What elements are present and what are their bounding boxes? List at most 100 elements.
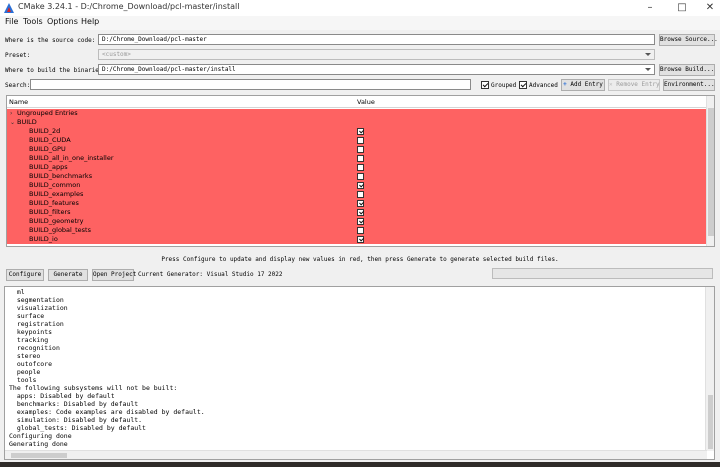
table-row[interactable]: BUILD_io <box>7 235 707 244</box>
remove-entry-button: ✕ Remove Entry <box>608 79 660 91</box>
add-entry-label: Add Entry <box>570 81 603 88</box>
row-value-checkbox[interactable] <box>357 218 364 225</box>
row-value-checkbox[interactable] <box>357 146 364 153</box>
title-bar: CMake 3.24.1 - D:/Chrome_Download/pcl-ma… <box>0 0 720 16</box>
row-name: BUILD_global_tests <box>29 226 91 234</box>
output-line: recognition <box>9 344 60 352</box>
environment-button[interactable]: Environment... <box>663 79 715 91</box>
row-value-checkbox[interactable] <box>357 209 364 216</box>
output-line: segmentation <box>9 296 64 304</box>
cmake-logo-icon <box>4 3 14 13</box>
output-line: benchmarks: Disabled by default <box>9 400 139 408</box>
table-row[interactable]: BUILD_benchmarks <box>7 172 707 181</box>
row-name: BUILD_filters <box>29 208 71 216</box>
menu-options[interactable]: Options <box>47 17 78 26</box>
menu-tools[interactable]: Tools <box>23 17 43 26</box>
generate-button[interactable]: Generate <box>48 269 88 281</box>
source-label: Where is the source code: <box>5 37 96 44</box>
maximize-icon[interactable]: □ <box>668 0 696 16</box>
output-line: keypoints <box>9 328 53 336</box>
remove-icon: ✕ <box>609 81 613 88</box>
output-vertical-scrollbar[interactable] <box>705 287 714 451</box>
row-value-checkbox[interactable] <box>357 164 364 171</box>
row-name: BUILD_examples <box>29 190 84 198</box>
output-line: The following subsystems will not be bui… <box>9 384 178 392</box>
close-icon[interactable]: ✕ <box>696 0 720 16</box>
output-line: people <box>9 368 41 376</box>
binaries-path-input[interactable]: D:/Chrome_Download/pcl-master/install <box>98 64 655 75</box>
scrollbar-thumb[interactable] <box>708 108 714 236</box>
configure-button[interactable]: Configure <box>6 269 44 281</box>
browse-source-button[interactable]: Browse Source... <box>659 34 718 46</box>
open-project-button[interactable]: Open Project <box>92 269 136 281</box>
table-row[interactable]: BUILD_2d <box>7 127 707 136</box>
output-line: examples: Code examples are disabled by … <box>9 408 205 416</box>
output-line: global_tests: Disabled by default <box>9 424 146 432</box>
column-name-header[interactable]: Name <box>9 98 28 106</box>
output-line: tools <box>9 376 37 384</box>
output-log[interactable]: ml segmentation visualization surface re… <box>4 286 715 460</box>
source-path-input[interactable]: D:/Chrome_Download/pcl-master <box>98 34 655 45</box>
output-horizontal-scrollbar[interactable] <box>5 450 707 459</box>
chevron-down-icon <box>645 53 651 56</box>
scrollbar-thumb[interactable] <box>708 395 713 449</box>
row-name: BUILD_geometry <box>29 217 84 225</box>
menu-help[interactable]: Help <box>81 17 99 26</box>
advanced-checkbox[interactable] <box>519 81 527 89</box>
group-name: BUILD <box>17 118 37 126</box>
table-row[interactable]: BUILD_CUDA <box>7 136 707 145</box>
table-row[interactable]: BUILD_common <box>7 181 707 190</box>
chevron-right-icon[interactable]: › <box>10 109 12 118</box>
group-row-build[interactable]: ⌄ BUILD <box>7 118 707 127</box>
grouped-checkbox[interactable] <box>481 81 489 89</box>
table-row[interactable]: BUILD_features <box>7 199 707 208</box>
table-row[interactable]: BUILD_all_in_one_installer <box>7 154 707 163</box>
search-input[interactable] <box>30 79 471 90</box>
minimize-icon[interactable]: – <box>636 0 664 16</box>
table-row[interactable]: BUILD_examples <box>7 190 707 199</box>
row-value-checkbox[interactable] <box>357 128 364 135</box>
row-value-checkbox[interactable] <box>357 173 364 180</box>
row-name: BUILD_apps <box>29 163 68 171</box>
row-name: BUILD_2d <box>29 127 61 135</box>
output-line: simulation: Disabled by default. <box>9 416 143 424</box>
output-line: stereo <box>9 352 41 360</box>
chevron-down-icon[interactable] <box>645 68 651 71</box>
window-title: CMake 3.24.1 - D:/Chrome_Download/pcl-ma… <box>18 2 240 11</box>
cache-table[interactable]: Name Value › Ungrouped Entries ⌄ BUILD B… <box>6 95 715 247</box>
row-value-checkbox[interactable] <box>357 182 364 189</box>
preset-select: <custom> <box>98 49 655 60</box>
group-row-ungrouped[interactable]: › Ungrouped Entries <box>7 109 707 118</box>
hint-text: Press Configure to update and display ne… <box>161 256 559 263</box>
scrollbar-thumb[interactable] <box>11 453 67 458</box>
table-row[interactable]: BUILD_apps <box>7 163 707 172</box>
menu-bar: File Tools Options Help <box>0 16 720 30</box>
row-value-checkbox[interactable] <box>357 191 364 198</box>
output-line: Configuring done <box>9 432 72 440</box>
column-value-header[interactable]: Value <box>357 98 375 106</box>
output-line: outofcore <box>9 360 53 368</box>
row-name: BUILD_common <box>29 181 81 189</box>
table-row[interactable]: BUILD_global_tests <box>7 226 707 235</box>
binaries-value: D:/Chrome_Download/pcl-master/install <box>102 66 236 73</box>
row-value-checkbox[interactable] <box>357 137 364 144</box>
add-entry-button[interactable]: + Add Entry <box>561 79 605 91</box>
row-value-checkbox[interactable] <box>357 236 364 243</box>
chevron-down-icon[interactable]: ⌄ <box>10 118 15 127</box>
row-value-checkbox[interactable] <box>357 200 364 207</box>
browse-build-button[interactable]: Browse Build... <box>659 64 715 76</box>
preset-label: Preset: <box>5 52 31 59</box>
table-scrollbar[interactable] <box>706 96 714 246</box>
output-line: visualization <box>9 304 68 312</box>
table-row[interactable]: BUILD_filters <box>7 208 707 217</box>
row-name: BUILD_all_in_one_installer <box>29 154 114 162</box>
row-value-checkbox[interactable] <box>357 227 364 234</box>
row-name: BUILD_io <box>29 235 58 243</box>
row-name: BUILD_CUDA <box>29 136 71 144</box>
table-row[interactable]: BUILD_geometry <box>7 217 707 226</box>
binaries-label: Where to build the binaries: <box>5 67 107 74</box>
remove-entry-label: Remove Entry <box>616 81 660 88</box>
row-value-checkbox[interactable] <box>357 155 364 162</box>
menu-file[interactable]: File <box>5 17 18 26</box>
table-row[interactable]: BUILD_GPU <box>7 145 707 154</box>
